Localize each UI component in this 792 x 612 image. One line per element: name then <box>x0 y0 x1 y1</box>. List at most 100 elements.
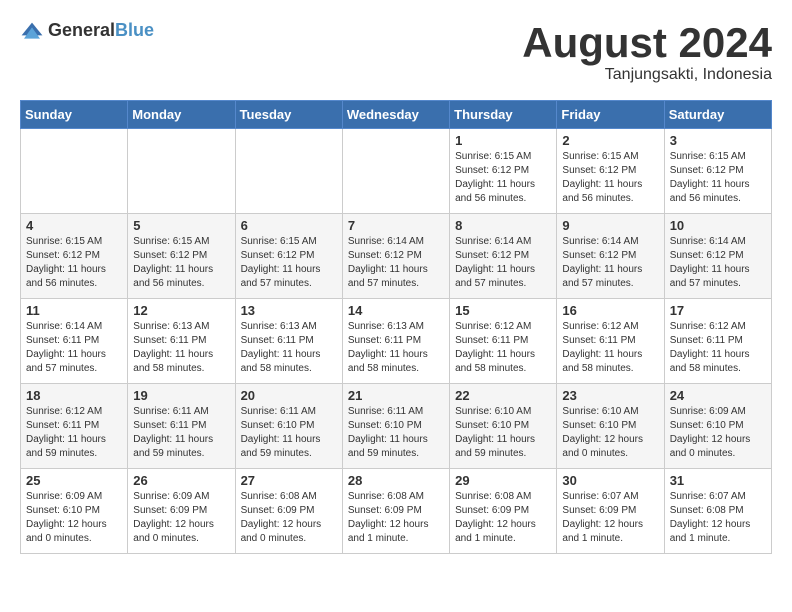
day-info: Sunrise: 6:10 AM Sunset: 6:10 PM Dayligh… <box>455 405 551 461</box>
day-info: Sunrise: 6:09 AM Sunset: 6:10 PM Dayligh… <box>670 405 766 461</box>
day-number: 14 <box>348 303 444 318</box>
calendar-cell: 12Sunrise: 6:13 AM Sunset: 6:11 PM Dayli… <box>128 299 235 384</box>
day-info: Sunrise: 6:13 AM Sunset: 6:11 PM Dayligh… <box>348 320 444 376</box>
day-info: Sunrise: 6:12 AM Sunset: 6:11 PM Dayligh… <box>670 320 766 376</box>
day-info: Sunrise: 6:13 AM Sunset: 6:11 PM Dayligh… <box>241 320 337 376</box>
day-number: 26 <box>133 473 229 488</box>
calendar-cell: 11Sunrise: 6:14 AM Sunset: 6:11 PM Dayli… <box>21 299 128 384</box>
calendar-cell: 10 Sunrise: 6:14 AM Sunset: 6:12 PM Dayli… <box>664 214 771 299</box>
calendar-cell: 15 Sunrise: 6:12 AM Sunset: 6:11 PM Dayli… <box>450 299 557 384</box>
day-info: Sunrise: 6:14 AM Sunset: 6:12 PM Dayligh… <box>562 235 658 291</box>
day-number: 11 <box>26 303 122 318</box>
logo-icon <box>20 21 44 41</box>
calendar-cell: 3 Sunrise: 6:15 AM Sunset: 6:12 PM Daylig… <box>664 129 771 214</box>
calendar-cell: 30 Sunrise: 6:07 AM Sunset: 6:09 PM Dayli… <box>557 469 664 554</box>
calendar-table: SundayMondayTuesdayWednesdayThursdayFrid… <box>20 100 772 554</box>
day-info: Sunrise: 6:11 AM Sunset: 6:10 PM Dayligh… <box>348 405 444 461</box>
calendar-cell: 22 Sunrise: 6:10 AM Sunset: 6:10 PM Dayli… <box>450 384 557 469</box>
calendar-cell <box>342 129 449 214</box>
day-info: Sunrise: 6:15 AM Sunset: 6:12 PM Dayligh… <box>26 235 122 291</box>
calendar-cell: 18 Sunrise: 6:12 AM Sunset: 6:11 PM Dayli… <box>21 384 128 469</box>
calendar-cell: 28Sunrise: 6:08 AM Sunset: 6:09 PM Dayli… <box>342 469 449 554</box>
day-of-week-header: Monday <box>128 101 235 129</box>
calendar-cell: 27 Sunrise: 6:08 AM Sunset: 6:09 PM Dayli… <box>235 469 342 554</box>
day-number: 31 <box>670 473 766 488</box>
day-number: 18 <box>26 388 122 403</box>
day-info: Sunrise: 6:15 AM Sunset: 6:12 PM Dayligh… <box>241 235 337 291</box>
calendar-cell: 7Sunrise: 6:14 AM Sunset: 6:12 PM Daylig… <box>342 214 449 299</box>
day-info: Sunrise: 6:15 AM Sunset: 6:12 PM Dayligh… <box>455 150 551 206</box>
day-info: Sunrise: 6:12 AM Sunset: 6:11 PM Dayligh… <box>26 405 122 461</box>
day-info: Sunrise: 6:08 AM Sunset: 6:09 PM Dayligh… <box>348 490 444 546</box>
calendar-week-row: 18 Sunrise: 6:12 AM Sunset: 6:11 PM Dayli… <box>21 384 772 469</box>
day-info: Sunrise: 6:07 AM Sunset: 6:08 PM Dayligh… <box>670 490 766 546</box>
day-of-week-header: Thursday <box>450 101 557 129</box>
day-info: Sunrise: 6:12 AM Sunset: 6:11 PM Dayligh… <box>455 320 551 376</box>
day-number: 16 <box>562 303 658 318</box>
day-number: 20 <box>241 388 337 403</box>
day-number: 21 <box>348 388 444 403</box>
logo-blue: Blue <box>115 20 154 40</box>
day-info: Sunrise: 6:14 AM Sunset: 6:12 PM Dayligh… <box>670 235 766 291</box>
calendar-cell: 19Sunrise: 6:11 AM Sunset: 6:11 PM Dayli… <box>128 384 235 469</box>
calendar-week-row: 25Sunrise: 6:09 AM Sunset: 6:10 PM Dayli… <box>21 469 772 554</box>
day-number: 30 <box>562 473 658 488</box>
calendar-cell: 24 Sunrise: 6:09 AM Sunset: 6:10 PM Dayli… <box>664 384 771 469</box>
day-info: Sunrise: 6:08 AM Sunset: 6:09 PM Dayligh… <box>241 490 337 546</box>
month-year: August 2024 <box>522 20 772 66</box>
calendar-cell: 16Sunrise: 6:12 AM Sunset: 6:11 PM Dayli… <box>557 299 664 384</box>
calendar-cell: 23 Sunrise: 6:10 AM Sunset: 6:10 PM Dayli… <box>557 384 664 469</box>
title-area: August 2024 Tanjungsakti, Indonesia <box>522 20 772 84</box>
logo-general: General <box>48 20 115 40</box>
calendar-cell <box>128 129 235 214</box>
day-of-week-header: Saturday <box>664 101 771 129</box>
location: Tanjungsakti, Indonesia <box>522 66 772 84</box>
day-number: 19 <box>133 388 229 403</box>
day-number: 3 <box>670 133 766 148</box>
day-info: Sunrise: 6:11 AM Sunset: 6:10 PM Dayligh… <box>241 405 337 461</box>
day-number: 29 <box>455 473 551 488</box>
calendar-cell: 14 Sunrise: 6:13 AM Sunset: 6:11 PM Dayli… <box>342 299 449 384</box>
calendar-cell: 8Sunrise: 6:14 AM Sunset: 6:12 PM Daylig… <box>450 214 557 299</box>
calendar-cell: 20 Sunrise: 6:11 AM Sunset: 6:10 PM Dayli… <box>235 384 342 469</box>
day-number: 22 <box>455 388 551 403</box>
day-number: 25 <box>26 473 122 488</box>
day-number: 5 <box>133 218 229 233</box>
day-number: 9 <box>562 218 658 233</box>
calendar-cell: 6 Sunrise: 6:15 AM Sunset: 6:12 PM Daylig… <box>235 214 342 299</box>
day-info: Sunrise: 6:09 AM Sunset: 6:09 PM Dayligh… <box>133 490 229 546</box>
day-info: Sunrise: 6:07 AM Sunset: 6:09 PM Dayligh… <box>562 490 658 546</box>
calendar-cell: 31 Sunrise: 6:07 AM Sunset: 6:08 PM Dayli… <box>664 469 771 554</box>
calendar-cell <box>21 129 128 214</box>
day-number: 23 <box>562 388 658 403</box>
calendar-cell: 13 Sunrise: 6:13 AM Sunset: 6:11 PM Dayli… <box>235 299 342 384</box>
calendar-cell: 1Sunrise: 6:15 AM Sunset: 6:12 PM Daylig… <box>450 129 557 214</box>
calendar-cell: 2 Sunrise: 6:15 AM Sunset: 6:12 PM Daylig… <box>557 129 664 214</box>
day-info: Sunrise: 6:15 AM Sunset: 6:12 PM Dayligh… <box>670 150 766 206</box>
calendar-cell: 29 Sunrise: 6:08 AM Sunset: 6:09 PM Dayli… <box>450 469 557 554</box>
day-number: 2 <box>562 133 658 148</box>
day-number: 15 <box>455 303 551 318</box>
day-of-week-header: Tuesday <box>235 101 342 129</box>
day-number: 10 <box>670 218 766 233</box>
header: GeneralBlue August 2024 Tanjungsakti, In… <box>20 20 772 84</box>
day-number: 6 <box>241 218 337 233</box>
day-of-week-header: Wednesday <box>342 101 449 129</box>
day-info: Sunrise: 6:10 AM Sunset: 6:10 PM Dayligh… <box>562 405 658 461</box>
day-number: 27 <box>241 473 337 488</box>
calendar-cell: 25Sunrise: 6:09 AM Sunset: 6:10 PM Dayli… <box>21 469 128 554</box>
day-of-week-header: Sunday <box>21 101 128 129</box>
calendar-cell: 17Sunrise: 6:12 AM Sunset: 6:11 PM Dayli… <box>664 299 771 384</box>
day-info: Sunrise: 6:14 AM Sunset: 6:12 PM Dayligh… <box>455 235 551 291</box>
day-number: 4 <box>26 218 122 233</box>
calendar-cell: 4 Sunrise: 6:15 AM Sunset: 6:12 PM Daylig… <box>21 214 128 299</box>
day-number: 13 <box>241 303 337 318</box>
day-number: 24 <box>670 388 766 403</box>
day-of-week-header: Friday <box>557 101 664 129</box>
calendar-week-row: 11Sunrise: 6:14 AM Sunset: 6:11 PM Dayli… <box>21 299 772 384</box>
day-info: Sunrise: 6:15 AM Sunset: 6:12 PM Dayligh… <box>133 235 229 291</box>
calendar-cell: 26 Sunrise: 6:09 AM Sunset: 6:09 PM Dayli… <box>128 469 235 554</box>
day-info: Sunrise: 6:08 AM Sunset: 6:09 PM Dayligh… <box>455 490 551 546</box>
day-info: Sunrise: 6:15 AM Sunset: 6:12 PM Dayligh… <box>562 150 658 206</box>
calendar-cell: 5 Sunrise: 6:15 AM Sunset: 6:12 PM Daylig… <box>128 214 235 299</box>
